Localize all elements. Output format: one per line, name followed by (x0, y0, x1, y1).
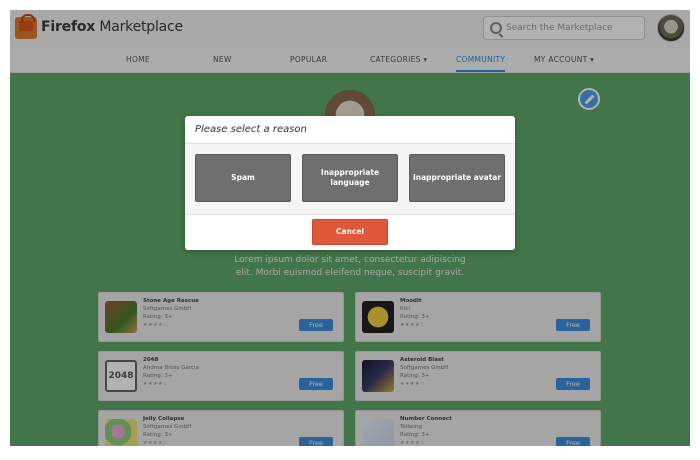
dialog-title: Please select a reason (195, 124, 307, 135)
app-frame: Firefox Marketplace HOME NEW POPULAR CAT… (10, 10, 690, 446)
cancel-button[interactable]: Cancel (312, 219, 388, 245)
reason-inappropriate-language-button[interactable]: Inappropriate language (302, 154, 398, 202)
reason-inappropriate-avatar-button[interactable]: Inappropriate avatar (409, 154, 505, 202)
report-reason-dialog: Please select a reason Spam Inappropriat… (185, 116, 515, 250)
divider (185, 214, 515, 215)
reason-options: Spam Inappropriate language Inappropriat… (185, 144, 515, 214)
reason-spam-button[interactable]: Spam (195, 154, 291, 202)
